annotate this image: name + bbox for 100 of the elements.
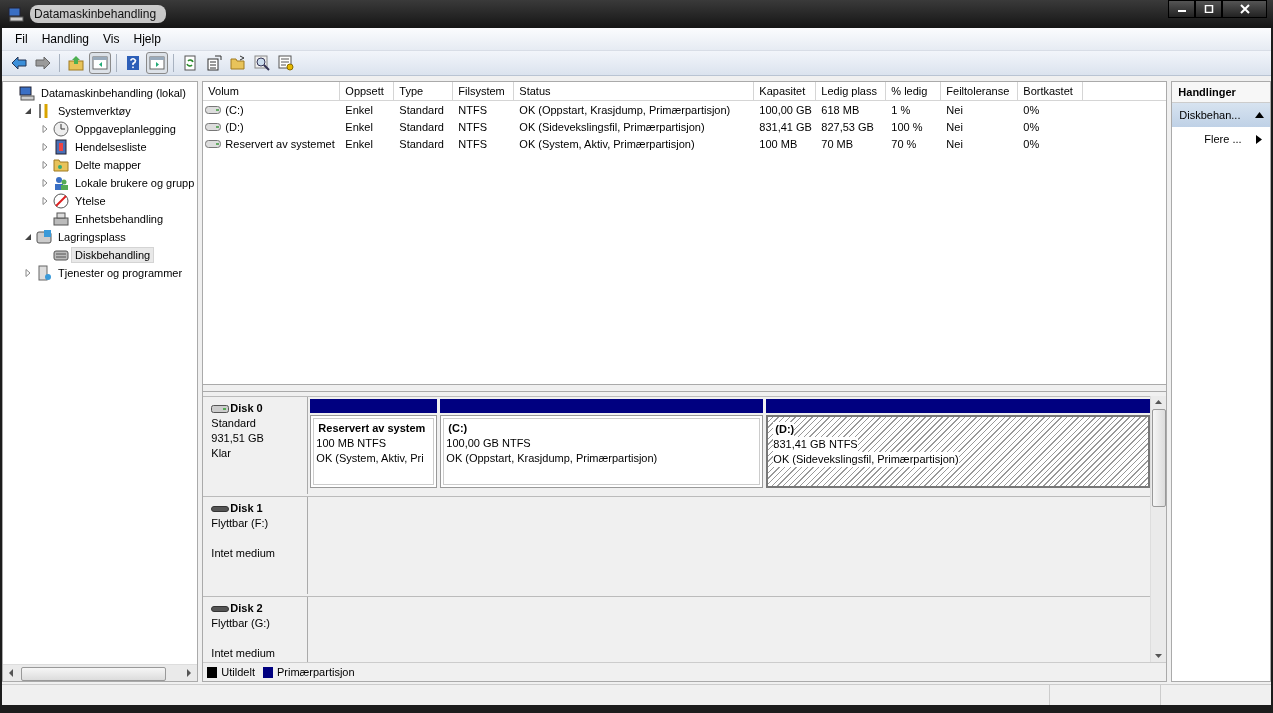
expand-icon[interactable] <box>41 125 49 133</box>
partition-size: 831,41 GB NTFS <box>773 437 858 452</box>
partition-title: Reservert av system <box>317 421 427 436</box>
window-title: Datamaskinbehandling <box>30 5 167 23</box>
table-cell: 70 % <box>891 137 917 150</box>
table-cell: 1 % <box>891 103 911 116</box>
expand-icon[interactable] <box>24 269 32 277</box>
table-cell: 827,53 GB <box>821 120 874 133</box>
column-header[interactable]: Filsystem <box>453 82 515 100</box>
column-header[interactable]: Status <box>514 82 755 100</box>
column-header[interactable]: Bortkastet <box>1018 82 1084 100</box>
computer-icon <box>19 85 35 101</box>
menu-item[interactable]: Vis <box>96 32 127 46</box>
column-header[interactable]: Ledig plass <box>816 82 887 100</box>
partition-box[interactable]: Reservert av system 100 MB NTFS OK (System, Aktiv, Pri <box>310 415 438 488</box>
settings-icon <box>278 55 294 71</box>
partition-title: (D:) <box>773 422 795 437</box>
expand-icon[interactable] <box>41 143 49 151</box>
disk-type: Standard <box>211 416 257 431</box>
vertical-scrollbar[interactable] <box>1150 396 1167 662</box>
close-button[interactable] <box>1222 0 1267 18</box>
disk-type: Flyttbar (F:) <box>211 516 270 531</box>
partition-status: OK (Sidevekslingsfil, Primærpartisjon) <box>773 452 959 467</box>
table-cell: Nei <box>946 137 963 150</box>
maximize-button[interactable] <box>1195 0 1222 18</box>
expand-icon[interactable] <box>41 161 49 169</box>
legend-label: Primærpartisjon <box>276 666 355 678</box>
table-cell: (C:) <box>225 103 244 116</box>
disk-name: Disk 2 <box>230 601 263 616</box>
tree-item[interactable]: Enhetsbehandling <box>71 211 168 227</box>
collapse-icon[interactable] <box>1255 112 1264 118</box>
table-cell: Standard <box>399 137 444 150</box>
section-title: Diskbehan... <box>1179 109 1241 121</box>
users-icon <box>53 175 69 191</box>
minimize-button[interactable] <box>1168 0 1195 18</box>
forward-icon <box>35 55 51 71</box>
collapse-icon[interactable] <box>24 107 32 115</box>
expand-icon[interactable] <box>41 197 49 205</box>
tree-toggle-icon <box>92 55 108 71</box>
table-cell: Nei <box>946 120 963 133</box>
tree-item[interactable]: Hendelsesliste <box>71 139 151 155</box>
partition-status: OK (Oppstart, Krasjdump, Primærpartisjon) <box>446 451 659 466</box>
tree-item[interactable]: Tjenester og programmer <box>54 265 187 281</box>
disk-type: Flyttbar (G:) <box>211 616 271 631</box>
column-header[interactable]: Feiltoleranse <box>941 82 1019 100</box>
menu-item[interactable]: Fil <box>8 32 35 46</box>
expand-icon[interactable] <box>41 179 49 187</box>
disk-status: Klar <box>211 446 232 461</box>
tree-item[interactable]: Datamaskinbehandling (lokal) <box>37 85 190 101</box>
clock-icon <box>53 121 69 137</box>
column-header[interactable]: Type <box>394 82 454 100</box>
help-icon <box>125 55 141 71</box>
disk-info-panel[interactable]: Disk 1 Flyttbar (F:) Intet medium <box>203 497 309 594</box>
disk-info-panel[interactable]: Disk 0 Standard 931,51 GB Klar <box>203 397 309 494</box>
properties-icon <box>206 55 222 71</box>
scrollbar-thumb[interactable] <box>21 667 166 681</box>
tree-item[interactable]: Oppgaveplanlegging <box>71 121 180 137</box>
tree-item[interactable]: Diskbehandling <box>71 247 155 263</box>
column-header[interactable]: Kapasitet <box>754 82 817 100</box>
tree-item[interactable]: Ytelse <box>71 193 110 209</box>
pane-toggle-button[interactable] <box>146 52 168 74</box>
tree-item[interactable]: Delte mapper <box>71 157 146 173</box>
actions-section[interactable]: Diskbehan... <box>1172 103 1270 127</box>
table-cell: 100,00 GB <box>759 103 812 116</box>
log-icon <box>53 139 69 155</box>
actions-header: Handlinger <box>1172 82 1270 103</box>
menu-item[interactable]: Hjelp <box>126 32 168 46</box>
column-header[interactable]: Volum <box>203 82 341 100</box>
horizontal-scrollbar[interactable] <box>3 664 198 681</box>
drive-icon <box>205 121 222 132</box>
tree-toggle-button[interactable] <box>89 52 111 74</box>
legend-label: Utildelt <box>221 666 255 678</box>
maximize-icon <box>1203 5 1214 13</box>
column-header[interactable]: % ledig <box>886 82 942 100</box>
settings-button[interactable] <box>275 52 297 74</box>
partition-box[interactable]: (D:) 831,41 GB NTFS OK (Sidevekslingsfil, Primærpartisjon) <box>766 415 1151 488</box>
tree-item[interactable]: Systemverktøy <box>54 103 135 119</box>
disk-status: Intet medium <box>211 646 276 661</box>
table-cell: Nei <box>946 103 963 116</box>
storage-icon <box>36 229 52 245</box>
action-item[interactable]: Flere ... <box>1204 133 1242 145</box>
gauge-icon <box>53 193 69 209</box>
disk-status: Intet medium <box>211 546 276 561</box>
column-header[interactable]: Oppsett <box>340 82 395 100</box>
folder-icon <box>53 157 69 173</box>
refresh-icon <box>182 55 198 71</box>
up-folder-icon <box>68 55 84 71</box>
scrollbar-thumb[interactable] <box>1152 409 1167 507</box>
table-cell: 0% <box>1023 103 1040 116</box>
menu-item[interactable]: Handling <box>34 32 97 46</box>
back-icon <box>11 55 27 71</box>
table-cell: OK (Sidevekslingsfil, Primærpartisjon) <box>519 120 705 133</box>
tree-item[interactable]: Lokale brukere og grupp <box>71 175 198 191</box>
collapse-icon[interactable] <box>24 233 32 241</box>
table-cell: 831,41 GB <box>759 120 812 133</box>
table-cell: NTFS <box>458 120 488 133</box>
tree-item[interactable]: Lagringsplass <box>54 229 130 245</box>
partition-box[interactable]: (C:) 100,00 GB NTFS OK (Oppstart, Krasjdump, Primærpartisjon) <box>440 415 764 488</box>
table-cell: 618 MB <box>821 103 860 116</box>
table-cell: NTFS <box>458 103 488 116</box>
